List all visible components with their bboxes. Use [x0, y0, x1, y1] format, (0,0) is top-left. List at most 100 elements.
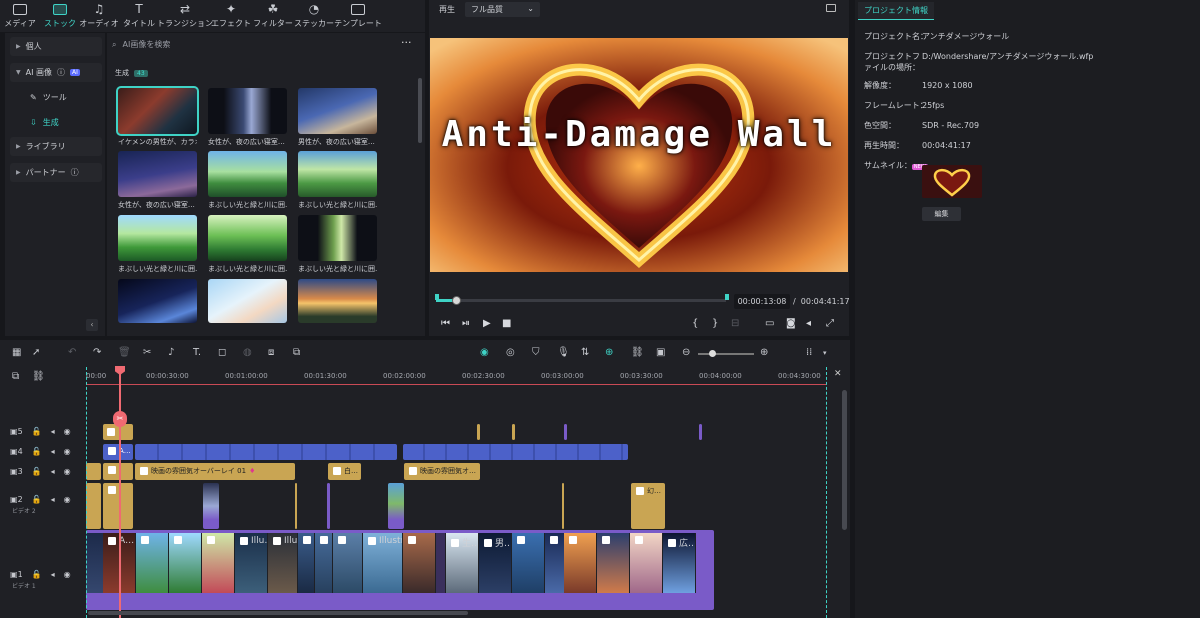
- grid-icon[interactable]: ⁞⁞: [806, 347, 812, 359]
- video-clip[interactable]: [298, 533, 315, 593]
- subtitle-icon[interactable]: ▣: [656, 347, 665, 359]
- media-thumb[interactable]: まぶしい光と緑と川に囲…: [208, 151, 287, 210]
- media-thumb[interactable]: 男性が、夜の広い寝室…: [298, 88, 377, 147]
- lock-icon[interactable]: 🔓: [32, 570, 42, 579]
- tab-sticker[interactable]: ◔ ステッカー: [294, 0, 334, 32]
- eye-icon[interactable]: ◉: [64, 447, 71, 456]
- overlay-clip[interactable]: [295, 483, 297, 529]
- sidebar-item-ai-image[interactable]: ▼ AI 画像 ⓘ AI: [10, 63, 102, 82]
- video-clip[interactable]: 男…: [479, 533, 512, 593]
- timeline-vertical-scrollbar[interactable]: [842, 390, 847, 530]
- eye-icon[interactable]: ◉: [64, 495, 71, 504]
- eye-icon[interactable]: ◉: [64, 570, 71, 579]
- media-thumb[interactable]: まぶしい光と緑と川に囲…: [118, 215, 197, 274]
- volume-icon[interactable]: ◂: [51, 467, 55, 476]
- sidebar-item-generate[interactable]: ⇩ 生成: [30, 117, 59, 128]
- video-clip[interactable]: [315, 533, 333, 593]
- overlay-clip[interactable]: [103, 483, 133, 529]
- media-thumb[interactable]: まぶしい光と緑と川に囲…: [298, 215, 377, 274]
- delete-icon[interactable]: 🗑: [118, 347, 131, 359]
- effect-clip[interactable]: [103, 463, 133, 480]
- tab-stock[interactable]: ストック: [40, 0, 80, 32]
- render-icon[interactable]: ◉: [480, 347, 489, 359]
- video-clip[interactable]: Illu…: [235, 533, 268, 593]
- lock-icon[interactable]: 🔓: [32, 427, 42, 436]
- sidebar-item-personal[interactable]: ▶ 個人: [10, 37, 102, 56]
- volume-icon[interactable]: ◂: [51, 427, 55, 436]
- snap-icon[interactable]: ⊕: [605, 347, 613, 359]
- timeline-clip[interactable]: [477, 424, 480, 440]
- close-icon[interactable]: ✕: [834, 369, 842, 379]
- lock-icon[interactable]: 🔓: [32, 495, 42, 504]
- link-clip-icon[interactable]: ⛓: [32, 371, 45, 383]
- video-clip[interactable]: [202, 533, 235, 593]
- effect-clip[interactable]: 白…: [328, 463, 361, 480]
- tab-project-info[interactable]: プロジェクト情報: [858, 2, 934, 20]
- help-icon[interactable]: ⓘ: [71, 167, 79, 178]
- video-clip[interactable]: [169, 533, 202, 593]
- video-clip[interactable]: [512, 533, 545, 593]
- play-icon[interactable]: ▶: [483, 318, 491, 329]
- crop-icon[interactable]: ◻: [218, 347, 226, 359]
- timeline-clip[interactable]: [564, 424, 567, 440]
- video-clip[interactable]: 生…: [446, 533, 479, 593]
- tab-media[interactable]: メディア: [0, 0, 40, 32]
- video-clip[interactable]: [597, 533, 630, 593]
- video-clip[interactable]: [436, 533, 446, 593]
- video-clip[interactable]: [564, 533, 597, 593]
- media-thumb[interactable]: まぶしい光と緑と川に囲…: [208, 215, 287, 274]
- text-tool-icon[interactable]: T.: [193, 347, 201, 359]
- split-icon[interactable]: ✂: [143, 347, 151, 359]
- ai-tool-icon[interactable]: ⧈: [268, 347, 274, 359]
- media-thumb[interactable]: まぶしい光と緑と川に囲…: [298, 151, 377, 210]
- display-icon[interactable]: ▭: [765, 318, 774, 329]
- zoom-in-icon[interactable]: ⊕: [760, 347, 768, 359]
- effect-clip[interactable]: [86, 463, 101, 480]
- tab-transition[interactable]: ⇄ トランジション: [157, 0, 213, 32]
- add-track-icon[interactable]: ⧉: [12, 371, 19, 383]
- volume-icon[interactable]: ◂: [806, 318, 811, 329]
- insert-icon[interactable]: ⊟: [731, 318, 739, 329]
- text-clip-group[interactable]: [135, 444, 397, 460]
- quality-dropdown[interactable]: フル品質 ⌄: [465, 1, 540, 17]
- tab-template[interactable]: テンプレート: [334, 0, 382, 32]
- playback-progress[interactable]: [436, 299, 726, 302]
- multi-cam-icon[interactable]: ⧉: [293, 347, 300, 359]
- media-thumb[interactable]: [118, 279, 197, 323]
- eye-icon[interactable]: ◉: [64, 427, 71, 436]
- chevron-down-icon[interactable]: ▾: [823, 347, 827, 359]
- edit-thumbnail-button[interactable]: 編集: [922, 207, 961, 221]
- overlay-clip[interactable]: [86, 483, 101, 529]
- text-clip[interactable]: A…: [103, 444, 133, 460]
- tab-filter[interactable]: ☘ フィルター: [252, 0, 294, 32]
- step-back-icon[interactable]: ⏮: [441, 318, 450, 329]
- volume-icon[interactable]: ◂: [51, 447, 55, 456]
- video-clip[interactable]: Illustr…: [363, 533, 403, 593]
- scissors-icon[interactable]: ✂: [113, 411, 127, 427]
- mic-icon[interactable]: 🎙: [557, 347, 570, 359]
- select-tool-icon[interactable]: ➚: [32, 347, 40, 359]
- mark-out-marker[interactable]: [725, 294, 729, 300]
- effect-clip[interactable]: 映画の雰囲気オーバーレイ 01 ♦: [135, 463, 295, 480]
- redo-icon[interactable]: ↷: [93, 347, 101, 359]
- audio-tool-icon[interactable]: ♪: [168, 347, 174, 359]
- snapshot-icon[interactable]: [826, 4, 836, 12]
- stop-icon[interactable]: ■: [502, 318, 511, 329]
- layout-icon[interactable]: ▦: [12, 347, 21, 359]
- tab-audio[interactable]: ♫ オーディオ: [79, 0, 118, 32]
- mark-in-marker[interactable]: [435, 294, 439, 300]
- zoom-slider[interactable]: [698, 353, 754, 355]
- audio-sync-icon[interactable]: ⇅: [581, 347, 589, 359]
- timeline-clip[interactable]: [512, 424, 515, 440]
- zoom-out-icon[interactable]: ⊖: [682, 347, 690, 359]
- playhead[interactable]: [119, 367, 121, 618]
- collapse-sidebar-button[interactable]: ‹: [86, 319, 98, 331]
- overlay-clip[interactable]: [327, 483, 330, 529]
- progress-knob[interactable]: [452, 296, 461, 305]
- eye-icon[interactable]: ◉: [64, 467, 71, 476]
- marker-icon[interactable]: ⛉: [532, 347, 540, 359]
- mark-in-icon[interactable]: {: [692, 318, 698, 329]
- effect-clip[interactable]: 映画の雰囲気オ…: [404, 463, 480, 480]
- lock-icon[interactable]: 🔓: [32, 467, 42, 476]
- step-forward-icon[interactable]: ⏯: [462, 318, 470, 329]
